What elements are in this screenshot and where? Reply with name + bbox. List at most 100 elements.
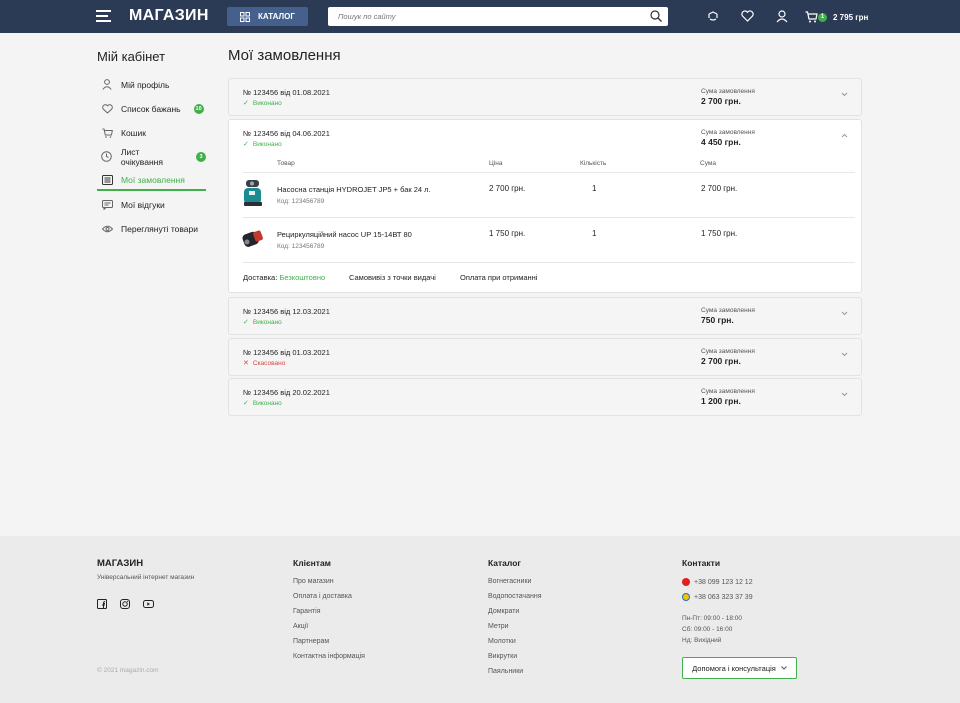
sidebar-item-label: Лист очікування [120, 146, 163, 167]
product-name[interactable]: Рециркуляційний насос UP 15-14ВТ 80 [277, 230, 412, 239]
product-name[interactable]: Насосна станція HYDROJET JP5 + бак 24 л. [277, 185, 431, 194]
footer-link[interactable]: Акції [293, 623, 308, 630]
sidebar-item-viewed[interactable]: Переглянуті товари [97, 218, 206, 239]
footer-logo[interactable]: МАГАЗИН [97, 558, 143, 569]
sidebar-item-label: Переглянуті товари [121, 223, 199, 234]
order-sum: 4 450 грн. [701, 137, 741, 147]
chevron-down-icon[interactable] [841, 311, 848, 316]
page-title: Мої замовлення [228, 47, 341, 64]
footer-link[interactable]: Викрутки [488, 653, 517, 660]
footer-link[interactable]: Партнерам [293, 638, 329, 645]
footer-contacts-title: Контакти [682, 558, 721, 568]
work-hours: Сб: 09:00 - 16:00 [682, 626, 733, 633]
footer-clients-title: Клієнтам [293, 558, 331, 568]
order-card-expanded[interactable]: № 123456 від 04.06.2021 ✓ Виконано Сума з… [228, 119, 862, 293]
col-header-qty: Кількість [580, 160, 607, 167]
cart-count-badge: 1 [818, 13, 827, 22]
order-card[interactable]: № 123456 від 01.03.2021 ✕ Скасовано Сума … [228, 338, 862, 376]
order-card[interactable]: № 123456 від 20.02.2021 ✓ Виконано Сума з… [228, 378, 862, 416]
divider [243, 172, 855, 173]
wishlist-heart-icon[interactable] [741, 10, 754, 22]
search-icon[interactable] [650, 10, 662, 22]
catalog-label: КАТАЛОГ [258, 12, 295, 21]
divider [243, 217, 855, 218]
footer-link[interactable]: Гарантія [293, 608, 321, 615]
footer-link[interactable]: Паяльники [488, 668, 523, 675]
col-header-product: Товар [277, 160, 295, 167]
search-input[interactable] [328, 7, 628, 26]
site-logo[interactable]: МАГАЗИН [129, 7, 209, 25]
footer-link[interactable]: Метри [488, 623, 509, 630]
site-footer: МАГАЗИН Універсальний інтернет магазин ©… [0, 536, 960, 703]
phone-link[interactable]: +38 099 123 12 12 [682, 578, 753, 586]
footer-link[interactable]: Про магазин [293, 578, 334, 585]
order-status: ✓ Виконано [243, 318, 282, 327]
orders-icon [101, 174, 113, 185]
product-qty: 1 [592, 184, 597, 193]
instagram-icon[interactable] [120, 599, 130, 609]
footer-link[interactable]: Контактна інформація [293, 653, 365, 660]
order-sum-label: Сума замовлення [701, 348, 755, 355]
user-icon [102, 79, 112, 90]
sidebar-item-waitlist[interactable]: Лист очікування 3 [97, 146, 206, 167]
check-icon: ✓ [243, 319, 249, 326]
order-number: № 123456 від 12.03.2021 [243, 307, 330, 316]
product-image-circulation-pump[interactable] [241, 225, 265, 255]
sidebar-item-label: Мій профіль [121, 79, 170, 90]
sidebar-item-orders[interactable]: Мої замовлення [97, 170, 206, 191]
catalog-button[interactable]: КАТАЛОГ [227, 7, 308, 26]
order-number: № 123456 від 20.02.2021 [243, 388, 330, 397]
chevron-down-icon[interactable] [841, 392, 848, 397]
facebook-icon[interactable] [97, 599, 107, 609]
waitlist-count-badge: 3 [196, 151, 206, 162]
product-price: 1 750 грн. [489, 229, 526, 238]
product-qty: 1 [592, 229, 597, 238]
account-icon[interactable] [776, 10, 788, 23]
footer-link[interactable]: Вогнегасники [488, 578, 531, 585]
sidebar-item-profile[interactable]: Мій профіль [97, 74, 206, 95]
sidebar-item-label: Кошик [121, 127, 146, 138]
cart-total[interactable]: 2 795 грн [833, 13, 868, 22]
sidebar-item-cart[interactable]: Кошик [97, 122, 206, 143]
footer-link[interactable]: Молотки [488, 638, 516, 645]
sidebar-item-wishlist[interactable]: Список бажань 10 [97, 98, 206, 119]
clock-icon [101, 151, 113, 162]
sidebar-item-reviews[interactable]: Мої відгуки [97, 194, 206, 215]
order-status: ✓ Виконано [243, 140, 282, 149]
order-sum: 2 700 грн. [701, 96, 741, 106]
cart-icon[interactable] [805, 11, 818, 23]
footer-subtitle: Універсальний інтернет магазин [97, 574, 195, 581]
order-card[interactable]: № 123456 від 12.03.2021 ✓ Виконано Сума з… [228, 297, 862, 335]
help-consultation-button[interactable]: Допомога і консультація [682, 657, 797, 679]
phone-number: +38 063 323 37 39 [694, 593, 753, 601]
product-price: 2 700 грн. [489, 184, 526, 193]
order-sum: 1 200 грн. [701, 396, 741, 406]
chevron-down-icon[interactable] [841, 92, 848, 97]
phone-number: +38 099 123 12 12 [694, 578, 753, 586]
col-header-price: Ціна [489, 160, 503, 167]
chevron-up-icon[interactable] [841, 133, 848, 138]
order-sum: 2 700 грн. [701, 356, 741, 366]
order-status: ✓ Виконано [243, 399, 282, 408]
lifecell-icon [682, 593, 690, 601]
check-icon: ✓ [243, 141, 249, 148]
footer-link[interactable]: Домкрати [488, 608, 519, 615]
order-status-text: Виконано [252, 318, 282, 326]
sidebar-item-label: Мої відгуки [121, 199, 165, 210]
help-button-label: Допомога і консультація [692, 663, 776, 673]
footer-link[interactable]: Оплата і доставка [293, 593, 352, 600]
phone-link[interactable]: +38 063 323 37 39 [682, 593, 753, 601]
chevron-down-icon[interactable] [841, 352, 848, 357]
footer-link[interactable]: Водопостачання [488, 593, 542, 600]
order-sum-label: Сума замовлення [701, 388, 755, 395]
product-image-pump-station[interactable] [241, 178, 265, 208]
youtube-icon[interactable] [143, 599, 154, 609]
order-sum: 750 грн. [701, 315, 734, 325]
delivery-value: Безкоштовно [279, 273, 326, 282]
compare-icon[interactable] [707, 10, 720, 23]
order-card[interactable]: № 123456 від 01.08.2021 ✓ Виконано Сума з… [228, 78, 862, 116]
sidebar-item-label: Список бажань [121, 103, 181, 114]
menu-icon[interactable] [96, 10, 111, 22]
payment-method: Оплата при отриманні [460, 273, 538, 282]
order-sum-label: Сума замовлення [701, 88, 755, 95]
